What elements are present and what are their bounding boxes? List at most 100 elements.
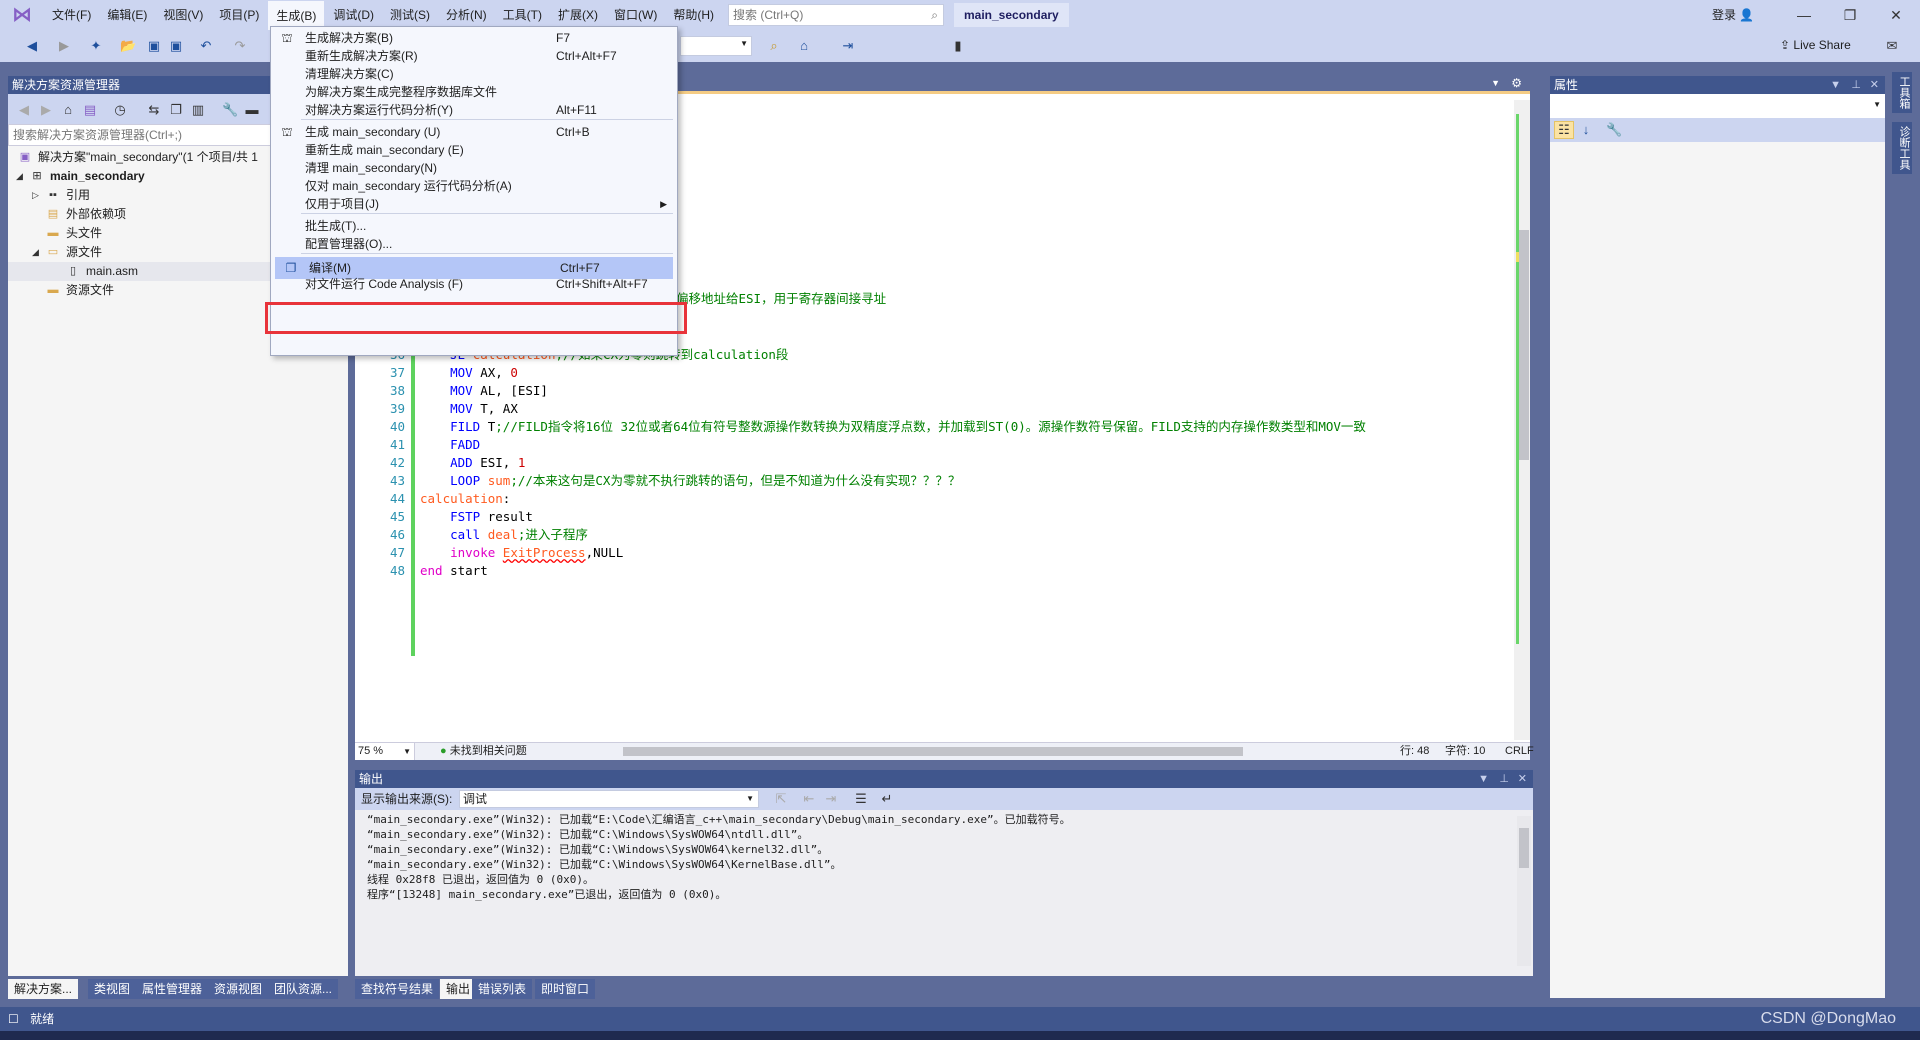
bottom-tab[interactable]: 错误列表 (472, 979, 533, 999)
sync-icon[interactable]: ⇆ (146, 102, 162, 118)
open-icon[interactable]: 📂 (120, 38, 136, 54)
redo-icon[interactable]: ↷ (232, 38, 248, 54)
chevron-down-icon: ▼ (1873, 100, 1881, 109)
close-icon[interactable]: ✕ (1518, 770, 1527, 788)
menu-3[interactable]: 项目(P) (211, 0, 267, 30)
login-link[interactable]: 登录 👤 (1712, 0, 1754, 30)
bottom-tab[interactable]: 团队资源... (268, 979, 339, 999)
step-icon[interactable]: ⇥ (840, 38, 856, 54)
bottom-tab[interactable]: 属性管理器 (136, 979, 209, 999)
minimize-button[interactable]: — (1782, 0, 1826, 30)
bottom-tab[interactable]: 查找符号结果 (355, 979, 440, 999)
feedback-icon[interactable]: ✉ (1884, 38, 1900, 54)
goto-location-icon[interactable]: ⇱ (773, 791, 789, 807)
code-line: 44 calculation: (355, 490, 1515, 508)
platform-dropdown[interactable]: ▼ (680, 36, 752, 56)
close-button[interactable]: ✕ (1874, 0, 1918, 30)
code-line: 37 MOV AX, 0 (355, 364, 1515, 382)
code-text: FILD T;//FILD指令将16位 32位或者64位有符号整数源操作数转换为… (420, 419, 1366, 434)
collapse-arrow-icon[interactable]: ◢ (16, 167, 23, 186)
external-deps-icon: ▤ (47, 208, 59, 220)
gear-icon[interactable]: ⚙ (1511, 76, 1522, 90)
bottom-tab[interactable]: 资源视图 (208, 979, 269, 999)
build-menu-item[interactable]: 对解决方案运行代码分析(Y) Alt+F11 (271, 99, 677, 121)
search-input[interactable]: 搜索 (Ctrl+Q) ⌕ (728, 4, 944, 26)
close-icon[interactable]: ✕ (1870, 76, 1879, 94)
output-source-dropdown[interactable]: 调试 ▼ (459, 790, 759, 808)
back-icon[interactable]: ◀ (24, 38, 40, 54)
horizontal-scrollbar[interactable] (623, 747, 1243, 756)
output-text[interactable]: “main_secondary.exe”(Win32): 已加载“E:\Code… (355, 810, 1533, 904)
build-menu-item[interactable]: 对文件运行 Code Analysis (F) Ctrl+Shift+Alt+F7 (271, 273, 677, 295)
panel-title: 输出 ▼ ⊥ ✕ (355, 770, 1533, 788)
menu-2[interactable]: 视图(V) (155, 0, 211, 30)
watermark: CSDN @DongMao (1760, 1010, 1896, 1027)
find-icon[interactable]: ⌕ (766, 38, 782, 54)
prev-message-icon[interactable]: ⇤ (801, 791, 817, 807)
code-text: invoke ExitProcess,NULL (420, 545, 624, 560)
code-text: MOV AL, [ESI] (420, 383, 548, 398)
pending-changes-icon[interactable]: ◷ (112, 102, 128, 118)
bottom-tab[interactable]: 类视图 (88, 979, 137, 999)
output-line: 程序“[13248] main_secondary.exe”已退出，返回值为 0… (367, 888, 727, 901)
eol-indicator: CRLF (1505, 745, 1534, 757)
back-icon[interactable]: ◀ (16, 102, 32, 118)
project-title: main_secondary (954, 3, 1069, 27)
categorized-icon[interactable]: ☷ (1554, 121, 1574, 139)
tab-dropdown-icon[interactable]: ▼ (1491, 78, 1500, 88)
undo-icon[interactable]: ↶ (198, 38, 214, 54)
code-line: 39 MOV T, AX (355, 400, 1515, 418)
issues-status[interactable]: 未找到相关问题 (450, 745, 527, 757)
menu-0[interactable]: 文件(F) (44, 0, 99, 30)
code-text: LOOP sum;//本来这句是CX为零就不执行跳转的语句，但是不知道为什么没有… (420, 473, 961, 488)
char-indicator: 字符: 10 (1445, 745, 1486, 757)
forward-icon[interactable]: ▶ (56, 38, 72, 54)
pin-icon[interactable]: ⊥ (1851, 76, 1861, 94)
live-share-button[interactable]: ⇪ Live Share (1780, 38, 1851, 52)
collapse-all-icon[interactable]: ❐ (168, 102, 184, 118)
vs-logo-icon: ⋈ (12, 4, 32, 26)
menu-1[interactable]: 编辑(E) (99, 0, 155, 30)
show-all-files-icon[interactable]: ▥ (190, 102, 206, 118)
diagnostic-tools-tab[interactable]: 诊断工具 (1892, 122, 1912, 174)
editor-status-bar: 75 % ▼ ● 未找到相关问题 行: 48 字符: 10 CRLF (355, 742, 1534, 760)
collapse-arrow-icon[interactable]: ◢ (32, 243, 39, 262)
home-icon[interactable]: ⌂ (60, 102, 76, 118)
forward-icon[interactable]: ▶ (38, 102, 54, 118)
folder-icon: ▬ (47, 227, 59, 239)
save-all-icon[interactable]: ▣ (168, 38, 184, 54)
submenu-arrow-icon: ▶ (660, 199, 667, 209)
word-wrap-icon[interactable]: ↵ (879, 791, 895, 807)
dropdown-icon[interactable]: ▼ (1830, 76, 1841, 94)
line-number: 45 (389, 509, 405, 524)
bottom-tab[interactable]: 解决方案... (8, 979, 79, 999)
editor-vertical-scrollbar[interactable] (1514, 100, 1530, 740)
pin-icon[interactable]: ⊥ (1499, 770, 1509, 788)
bookmark-icon[interactable]: ▮ (950, 38, 966, 54)
bottom-tab[interactable]: 即时窗口 (535, 979, 596, 999)
next-message-icon[interactable]: ⇥ (823, 791, 839, 807)
expand-arrow-icon[interactable]: ▷ (32, 186, 39, 205)
dropdown-icon[interactable]: ▼ (1478, 770, 1489, 788)
properties-panel: 属性 ▼ ⊥ ✕ ▼ ☷ ↓ 🔧 (1550, 76, 1885, 998)
zoom-dropdown[interactable]: 75 % ▼ (355, 743, 415, 760)
clear-all-icon[interactable]: ☰ (853, 791, 869, 807)
output-scrollbar[interactable] (1517, 816, 1531, 966)
object-selector-dropdown[interactable]: ▼ (1550, 94, 1885, 118)
restore-button[interactable]: ❐ (1828, 0, 1872, 30)
code-line: 42 ADD ESI, 1 (355, 454, 1515, 472)
line-number: 43 (389, 473, 405, 488)
switch-views-icon[interactable]: ▤ (82, 102, 98, 118)
save-icon[interactable]: ▣ (146, 38, 162, 54)
build-menu-item[interactable]: 配置管理器(O)... (271, 233, 677, 255)
window-icon[interactable]: ⌂ (796, 38, 812, 54)
property-pages-icon[interactable]: 🔧 (1606, 122, 1622, 138)
bottom-tab[interactable]: 输出 (440, 979, 477, 999)
properties-wrench-icon[interactable]: 🔧 (222, 102, 238, 118)
new-project-icon[interactable]: ✦ (88, 38, 104, 54)
preview-icon[interactable]: ▬ (244, 102, 260, 118)
alphabetical-sort-icon[interactable]: ↓ (1578, 122, 1594, 138)
output-line: 线程 0x28f8 已退出，返回值为 0 (0x0)。 (367, 873, 594, 886)
toolbox-tab[interactable]: 工具箱 (1892, 72, 1912, 113)
build-menu-item[interactable]: 仅用于项目(J) ▶ (271, 193, 677, 215)
